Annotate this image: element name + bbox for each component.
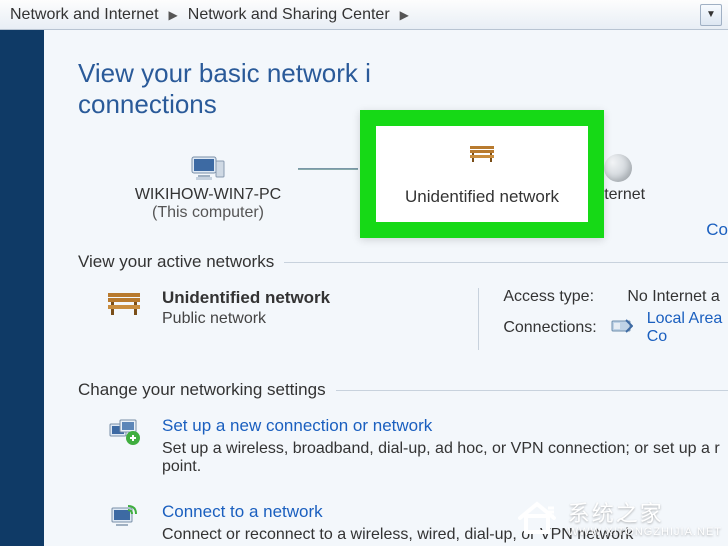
left-nav-strip — [0, 30, 44, 546]
breadcrumb-current[interactable]: Network and Sharing Center — [184, 4, 394, 26]
setup-connection-icon — [104, 416, 144, 476]
watermark-text-cn: 系统之家 — [568, 496, 722, 528]
active-network-identity[interactable]: Unidentified network Public network — [78, 288, 478, 350]
node-this-computer[interactable]: WIKIHOW-WIN7-PC (This computer) — [118, 150, 298, 222]
tutorial-highlight: Unidentified network — [360, 110, 604, 238]
active-network-details: Access type: No Internet a Connections: … — [478, 288, 728, 350]
chevron-right-icon: ▶ — [163, 8, 184, 22]
connect-disconnect-link[interactable]: Co — [706, 220, 728, 240]
watermark: 系统之家 WWW.XITONGZHIJIA.NET — [514, 494, 722, 540]
access-type-value: No Internet a — [627, 288, 720, 306]
section-active-networks-header: View your active networks — [78, 252, 728, 272]
setup-connection-desc: Set up a wireless, broadband, dial-up, a… — [162, 440, 720, 458]
breadcrumb-parent[interactable]: Network and Internet — [6, 4, 163, 26]
setup-connection-item[interactable]: Set up a new connection or network Set u… — [78, 416, 728, 476]
breadcrumb-dropdown-button[interactable]: ▼ — [700, 4, 722, 26]
connect-network-icon — [104, 502, 144, 544]
section-change-settings-header: Change your networking settings — [78, 380, 728, 400]
computer-icon — [190, 150, 226, 186]
map-line-1 — [298, 168, 358, 170]
bench-icon — [467, 142, 497, 169]
page-title-suffix: connections — [78, 89, 217, 119]
highlight-label: Unidentified network — [405, 187, 559, 207]
globe-icon — [604, 150, 632, 186]
page-title-prefix: View your basic network i — [78, 58, 371, 88]
setup-connection-desc2: point. — [162, 458, 720, 476]
content-area: View your basic network information and … — [44, 30, 728, 546]
active-network-type: Public network — [162, 310, 330, 328]
chevron-right-icon: ▶ — [394, 8, 415, 22]
active-network-title: Unidentified network — [162, 288, 330, 308]
active-network-row: Unidentified network Public network Acce… — [78, 288, 728, 350]
section-change-settings-title: Change your networking settings — [78, 380, 326, 400]
watermark-url: WWW.XITONGZHIJIA.NET — [568, 526, 722, 538]
breadcrumb-bar: Network and Internet ▶ Network and Shari… — [0, 0, 728, 30]
node-this-computer-sub: (This computer) — [152, 204, 264, 222]
access-type-label: Access type: — [503, 288, 613, 306]
nic-icon — [611, 318, 633, 339]
setup-connection-link[interactable]: Set up a new connection or network — [162, 416, 720, 436]
section-active-networks-title: View your active networks — [78, 252, 274, 272]
connection-link[interactable]: Local Area Co — [647, 310, 728, 346]
house-icon — [514, 494, 560, 540]
bench-icon — [104, 288, 144, 323]
connections-label: Connections: — [503, 319, 596, 337]
node-this-computer-name: WIKIHOW-WIN7-PC — [135, 186, 281, 204]
